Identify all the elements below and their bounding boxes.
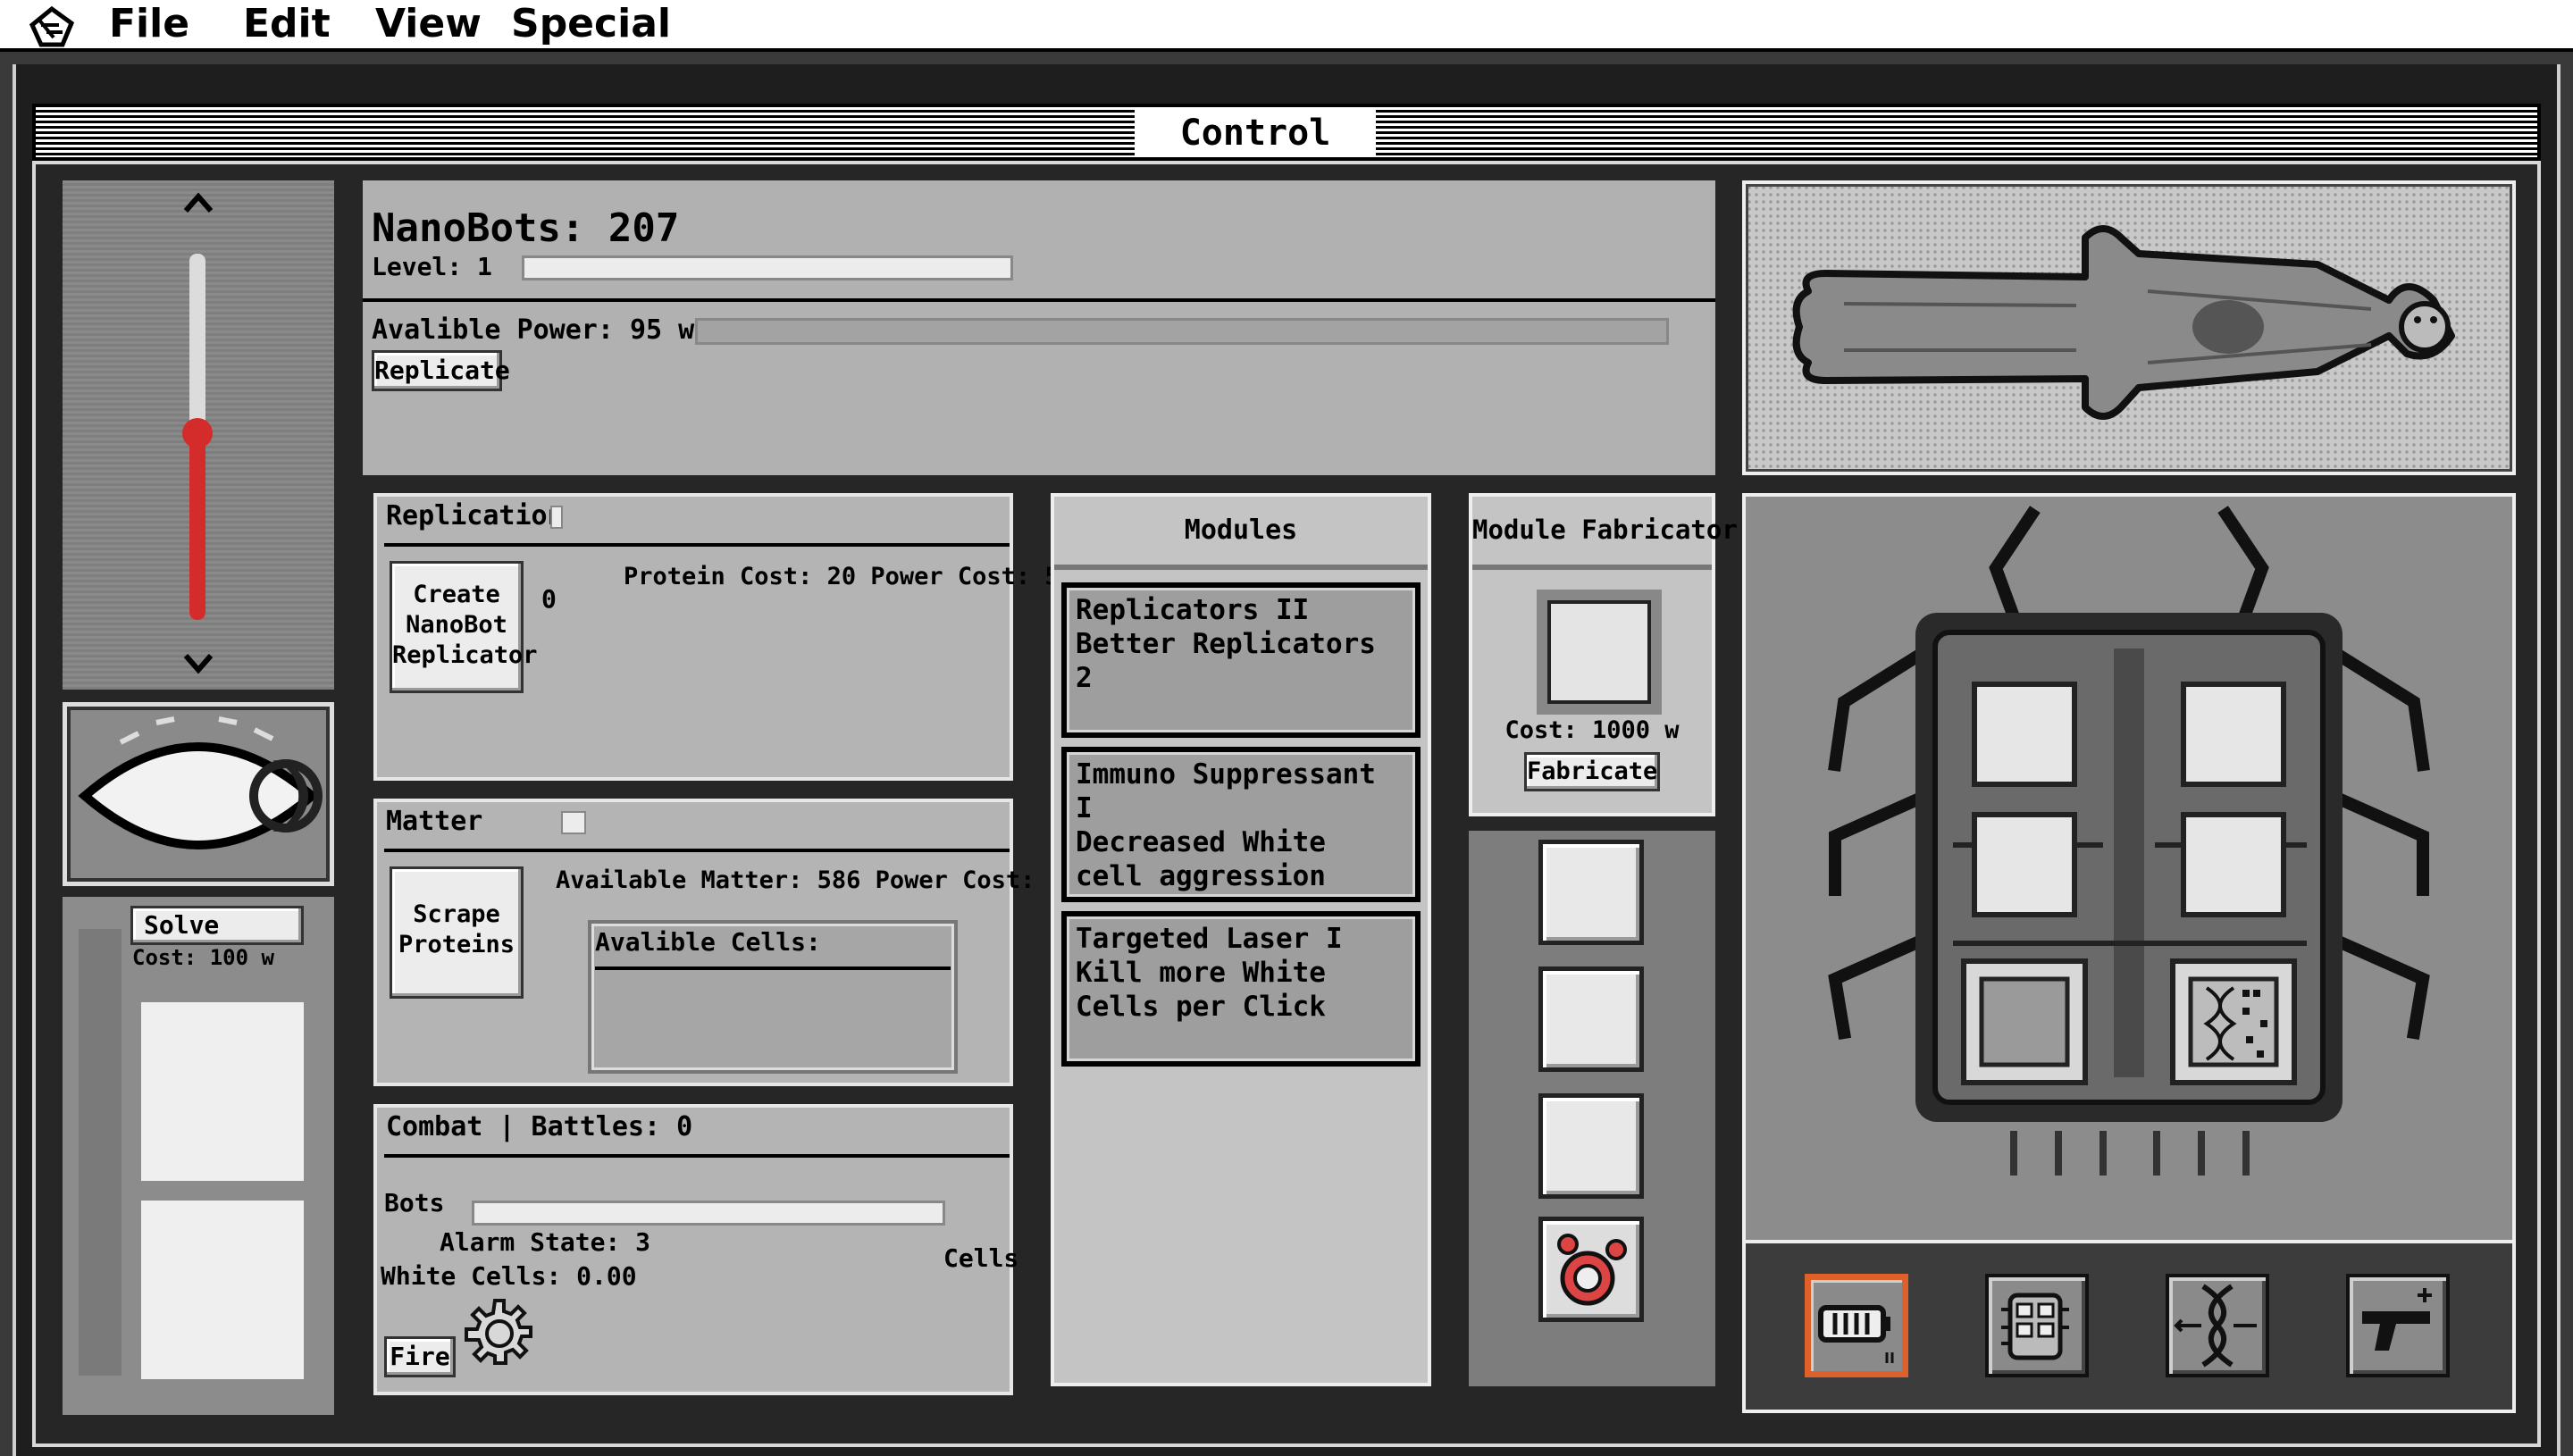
module-name: Immuno Suppressant I xyxy=(1076,758,1376,824)
replication-toggle[interactable] xyxy=(550,506,563,529)
solve-cost: Cost: 100 w xyxy=(132,945,274,970)
divider xyxy=(384,1154,1010,1158)
module-card[interactable]: Targeted Laser I Kill more White Cells p… xyxy=(1061,911,1421,1067)
module-card[interactable]: Replicators II Better Replicators 2 xyxy=(1061,582,1421,738)
battery-tool-button[interactable] xyxy=(1805,1274,1908,1377)
module-desc: Better Replicators 2 xyxy=(1076,628,1376,694)
solve-slot-bottom xyxy=(141,1201,304,1379)
inventory-slot-laser[interactable] xyxy=(1538,1217,1644,1322)
module-name: Targeted Laser I xyxy=(1076,923,1343,955)
solve-button[interactable]: Solve xyxy=(130,906,304,945)
fabricator-cost: Cost: 1000 w xyxy=(1504,716,1680,744)
matter-toggle[interactable] xyxy=(561,811,586,834)
apple-logo-icon[interactable] xyxy=(27,5,77,48)
chip-icon xyxy=(2001,1293,2069,1360)
slider-fill xyxy=(189,432,205,620)
menu-view[interactable]: View xyxy=(375,0,482,48)
battery-icon xyxy=(1818,1305,1894,1363)
chip-tool-button[interactable] xyxy=(1985,1274,2089,1377)
matter-panel: Matter Scrape Proteins Available Matter:… xyxy=(373,799,1064,1086)
fire-button[interactable]: Fire xyxy=(384,1336,456,1377)
dna-tool-button[interactable] xyxy=(2166,1274,2269,1377)
modules-title: Modules xyxy=(1184,515,1298,546)
gear-icon xyxy=(463,1297,536,1370)
power-progress-bar xyxy=(695,318,1669,345)
alarm-state: Alarm State: 3 xyxy=(440,1227,651,1257)
replication-panel: Replication Create NanoBot Replicator 0 … xyxy=(373,493,1060,781)
solve-slot-top xyxy=(141,1002,304,1181)
replication-title: Replication xyxy=(386,500,564,531)
create-replicator-button[interactable]: Create NanoBot Replicator xyxy=(390,561,538,693)
laser-module-icon xyxy=(1557,1234,1627,1306)
matter-cost: Available Matter: 586 Power Cost: 7 xyxy=(556,866,1064,894)
power-label: Avalible Power: 95 w xyxy=(372,314,695,346)
module-card[interactable]: Immuno Suppressant I Decreased White cel… xyxy=(1061,747,1421,902)
nanobot-chip-icon xyxy=(1828,506,2430,1176)
nanobots-count: NanoBots: 207 xyxy=(372,205,680,251)
solve-panel: Solve Cost: 100 w xyxy=(63,897,334,1415)
fabricator-slot[interactable] xyxy=(1537,590,1662,715)
level-progress-bar xyxy=(522,255,1013,280)
battle-progress-bar xyxy=(472,1201,945,1226)
modules-panel: Modules Replicators II Better Replicator… xyxy=(1051,493,1431,1386)
matter-title: Matter xyxy=(386,806,483,837)
bots-label: Bots xyxy=(384,1188,445,1218)
window-title: Control Panel xyxy=(1135,109,1376,202)
replicator-count: 0 xyxy=(541,584,557,614)
menu-edit[interactable]: Edit xyxy=(243,0,331,48)
inventory-slot[interactable] xyxy=(1538,840,1644,945)
inventory-slot[interactable] xyxy=(1538,1093,1644,1199)
replicate-button[interactable]: Replicate xyxy=(372,350,510,391)
module-name: Replicators II xyxy=(1076,594,1310,626)
menu-file[interactable]: File xyxy=(109,0,189,48)
module-desc: Decreased White cell aggression xyxy=(1076,826,1326,892)
fabricate-button[interactable]: Fabricate xyxy=(1524,752,1660,791)
fabricator-panel: Module Fabricator Cost: 1000 w Fabricate xyxy=(1469,493,1738,816)
module-desc: Kill more White Cells per Click xyxy=(1076,957,1326,1023)
inventory-slot[interactable] xyxy=(1538,966,1644,1072)
eye-icon[interactable] xyxy=(63,702,334,886)
available-cells-header: Avalible Cells: xyxy=(595,927,821,957)
solve-progress-track xyxy=(79,929,122,1376)
scrape-proteins-button[interactable]: Scrape Proteins xyxy=(390,866,524,999)
dna-icon xyxy=(2174,1284,2257,1368)
status-panel: NanoBots: 207 Level: 1 Avalible Power: 9… xyxy=(363,180,1715,475)
slider-handle[interactable] xyxy=(182,418,213,448)
divider xyxy=(1472,565,1712,570)
gun-icon xyxy=(2362,1288,2432,1351)
level-label: Level: 1 xyxy=(372,252,492,281)
combat-title: Combat | Battles: 0 xyxy=(386,1111,693,1142)
fabricator-title: Module Fabricator xyxy=(1472,515,1738,545)
replication-cost: Protein Cost: 20 Power Cost: 5 xyxy=(624,563,1060,590)
human-body-icon xyxy=(1792,225,2455,420)
chevron-down-icon[interactable] xyxy=(180,649,216,681)
gun-tool-button[interactable] xyxy=(2346,1274,2450,1377)
nanobot-chip-view xyxy=(1742,493,2516,1243)
divider xyxy=(1054,565,1428,570)
vertical-slider-panel xyxy=(63,180,334,690)
body-view[interactable] xyxy=(1742,180,2516,475)
cells-label: Cells xyxy=(943,1243,1019,1273)
inventory-column xyxy=(1469,831,1715,1386)
tool-bar xyxy=(1742,1243,2516,1413)
white-cells-count: White Cells: 0.00 xyxy=(381,1261,637,1291)
available-cells-box: Avalible Cells: xyxy=(588,920,958,1074)
menu-special[interactable]: Special xyxy=(511,0,671,48)
divider xyxy=(363,298,1715,302)
chevron-up-icon[interactable] xyxy=(180,186,216,218)
divider xyxy=(384,849,1010,852)
divider xyxy=(595,966,951,970)
combat-panel: Combat | Battles: 0 Bots Alarm State: 3 … xyxy=(373,1104,1018,1395)
menu-bar: File Edit View Special xyxy=(0,0,2573,52)
divider xyxy=(384,543,1010,547)
